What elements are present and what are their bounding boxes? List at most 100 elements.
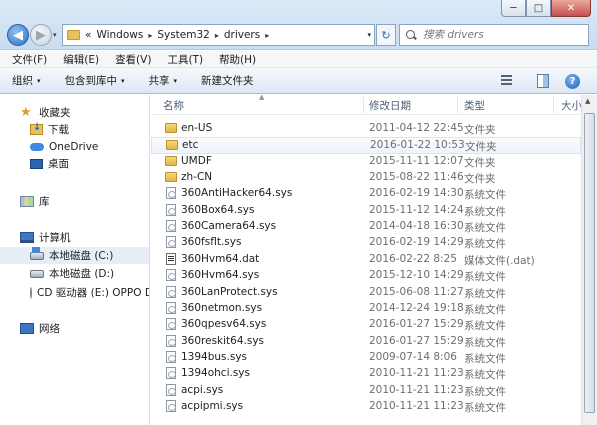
column-size[interactable]: 大小: [561, 98, 582, 113]
address-separator-icon[interactable]: ▸: [215, 31, 219, 40]
nav-network[interactable]: 网络: [0, 320, 149, 337]
menu-help[interactable]: 帮助(H): [219, 52, 256, 67]
file-date: 2010-11-21 11:23: [369, 383, 464, 396]
table-row[interactable]: acpi.sys 2010-11-21 11:23 系统文件: [151, 383, 581, 399]
nav-computer[interactable]: 计算机: [0, 229, 149, 246]
table-row[interactable]: zh-CN 2015-08-22 11:46 文件夹: [151, 170, 581, 186]
system-file-icon: [166, 318, 176, 331]
file-date: 2016-02-19 14:29: [369, 236, 464, 249]
folder-icon: [165, 123, 177, 133]
nav-drive-e[interactable]: CD 驱动器 (E:) OPPO D: [0, 284, 149, 301]
file-date: 2016-02-19 14:30: [369, 187, 464, 200]
organize-button[interactable]: 组织 ▾: [12, 73, 41, 88]
column-divider[interactable]: [457, 97, 458, 113]
minimize-button[interactable]: ─: [501, 0, 526, 17]
table-row[interactable]: 1394ohci.sys 2010-11-21 11:23 系统文件: [151, 366, 581, 382]
address-segment-system32[interactable]: System32: [157, 29, 210, 41]
address-separator-icon[interactable]: ▸: [148, 31, 152, 40]
close-button[interactable]: ✕: [551, 0, 591, 17]
file-type: 系统文件: [464, 205, 506, 218]
nav-favorites[interactable]: ★ 收藏夹: [0, 104, 149, 121]
table-row[interactable]: 360reskit64.sys 2016-01-27 15:29 系统文件: [151, 334, 581, 350]
address-overflow[interactable]: «: [85, 29, 91, 41]
help-icon[interactable]: ?: [565, 74, 580, 89]
file-type: 系统文件: [464, 385, 506, 398]
nav-downloads[interactable]: 下载: [0, 121, 149, 138]
refresh-button[interactable]: ↻: [376, 24, 396, 46]
nav-drive-d[interactable]: 本地磁盘 (D:): [0, 265, 149, 282]
system-file-icon: [166, 236, 176, 249]
folder-icon: [165, 172, 177, 183]
change-view-icon[interactable]: [499, 72, 519, 89]
table-row[interactable]: 360AntiHacker64.sys 2016-02-19 14:30 系统文件: [151, 186, 581, 202]
file-type: 系统文件: [464, 238, 506, 251]
table-row[interactable]: UMDF 2015-11-11 12:07 文件夹: [151, 154, 581, 170]
table-row[interactable]: 360qpesv64.sys 2016-01-27 15:29 系统文件: [151, 317, 581, 333]
nav-label: 桌面: [48, 158, 69, 170]
folder-icon: [165, 155, 177, 166]
file-type: 系统文件: [464, 320, 506, 333]
system-file-icon: [166, 383, 176, 396]
system-file-icon: [166, 269, 176, 282]
menu-bar: 文件(F) 编辑(E) 查看(V) 工具(T) 帮助(H): [0, 51, 597, 68]
search-box[interactable]: [399, 24, 589, 46]
table-row[interactable]: etc 2016-01-22 10:53 文件夹: [151, 137, 581, 154]
table-row[interactable]: 360Hvm64.dat 2016-02-22 8:25 媒体文件(.dat): [151, 252, 581, 268]
nav-libraries[interactable]: 库: [0, 193, 149, 210]
preview-pane-icon[interactable]: [537, 74, 549, 88]
search-input[interactable]: [423, 29, 583, 41]
table-row[interactable]: 360LanProtect.sys 2015-06-08 11:27 系统文件: [151, 285, 581, 301]
address-segment-drivers[interactable]: drivers: [224, 29, 260, 41]
address-dropdown-icon[interactable]: ▾: [367, 31, 371, 39]
menu-file[interactable]: 文件(F): [12, 52, 47, 67]
back-button[interactable]: ◀: [7, 24, 29, 46]
nav-onedrive[interactable]: OneDrive: [0, 138, 149, 155]
menu-tools[interactable]: 工具(T): [167, 52, 203, 67]
vertical-scrollbar[interactable]: ▲: [581, 95, 597, 425]
maximize-button[interactable]: □: [526, 0, 551, 17]
file-date: 2016-01-22 10:53: [370, 139, 465, 152]
forward-button[interactable]: ▶: [30, 24, 52, 46]
menu-edit[interactable]: 编辑(E): [63, 52, 99, 67]
address-segment-windows[interactable]: Windows: [96, 29, 143, 41]
address-separator-icon[interactable]: ▸: [265, 31, 269, 40]
file-name: 360reskit64.sys: [181, 334, 265, 347]
view-line: [501, 75, 512, 77]
table-row[interactable]: en-US 2011-04-12 22:45 文件夹: [151, 121, 581, 137]
table-row[interactable]: 360Camera64.sys 2014-04-18 16:30 系统文件: [151, 219, 581, 235]
table-row[interactable]: 360fsflt.sys 2016-02-19 14:29 系统文件: [151, 235, 581, 251]
nav-label: OneDrive: [49, 140, 99, 153]
share-label: 共享: [148, 75, 170, 87]
include-in-library-label: 包含到库中: [64, 75, 118, 87]
scroll-up-icon[interactable]: ▲: [585, 97, 590, 105]
scrollbar-thumb[interactable]: [584, 113, 595, 413]
table-row[interactable]: acpipmi.sys 2010-11-21 11:23 系统文件: [151, 399, 581, 415]
new-folder-button[interactable]: 新建文件夹: [201, 73, 254, 88]
file-date: 2015-08-22 11:46: [369, 171, 464, 184]
system-file-icon: [166, 350, 176, 363]
table-row[interactable]: 1394bus.sys 2009-07-14 8:06 系统文件: [151, 350, 581, 366]
column-name[interactable]: 名称: [163, 98, 184, 113]
system-file-icon: [166, 301, 176, 314]
file-date: 2016-02-22 8:25: [369, 252, 457, 265]
view-line: [501, 79, 512, 81]
file-name: acpipmi.sys: [181, 399, 244, 412]
column-type[interactable]: 类型: [464, 98, 485, 113]
table-row[interactable]: 360netmon.sys 2014-12-24 19:18 系统文件: [151, 301, 581, 317]
table-row[interactable]: 360Hvm64.sys 2015-12-10 14:29 系统文件: [151, 268, 581, 284]
share-button[interactable]: 共享 ▾: [149, 73, 178, 88]
nav-drive-c[interactable]: 本地磁盘 (C:): [0, 246, 149, 264]
history-dropdown-icon[interactable]: ▾: [53, 31, 57, 39]
file-name: 360Hvm64.sys: [181, 269, 260, 282]
folder-icon: [67, 30, 80, 40]
nav-label: 库: [39, 196, 50, 208]
address-bar[interactable]: « Windows ▸ System32 ▸ drivers ▸ ▾: [62, 24, 375, 46]
include-in-library-button[interactable]: 包含到库中 ▾: [65, 73, 125, 88]
system-file-icon: [166, 203, 176, 216]
nav-desktop[interactable]: 桌面: [0, 155, 149, 172]
menu-view[interactable]: 查看(V): [115, 52, 151, 67]
column-divider[interactable]: [363, 97, 364, 113]
column-date[interactable]: 修改日期: [369, 98, 411, 113]
column-divider[interactable]: [553, 97, 554, 113]
table-row[interactable]: 360Box64.sys 2015-11-12 14:24 系统文件: [151, 203, 581, 219]
